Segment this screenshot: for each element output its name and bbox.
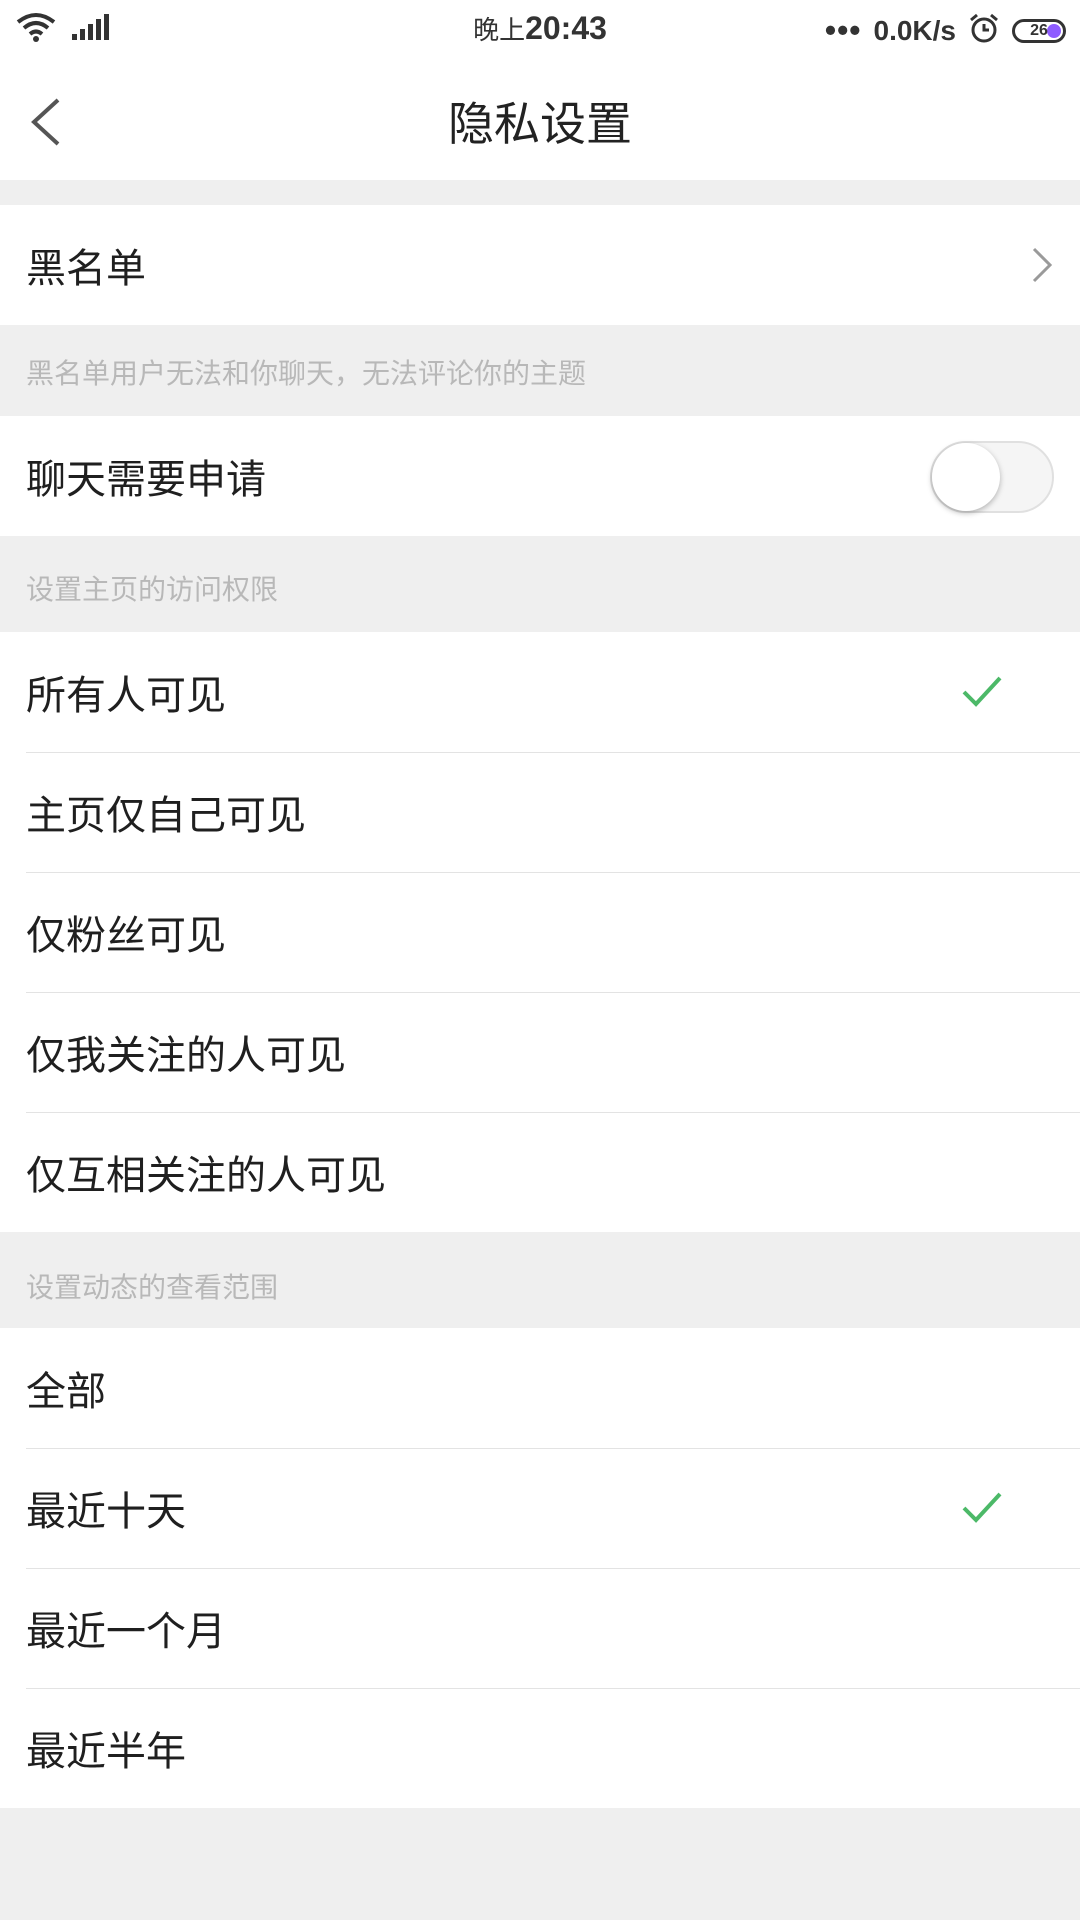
feed-range-note: 设置动态的查看范围 (26, 1271, 279, 1304)
homepage-option-all[interactable]: 所有人可见 (0, 632, 1080, 752)
blacklist-note: 黑名单用户无法和你聊天，无法评论你的主题 (26, 357, 587, 390)
status-bar: 晚上20:43 ••• 0.0K/s 26 (0, 0, 1080, 62)
page-title: 隐私设置 (448, 97, 632, 151)
feed-range-section: 全部 最近十天 最近一个月 最近半年 (0, 1328, 1080, 1808)
clock: 20:43 (525, 10, 607, 46)
feed-option-ten-days[interactable]: 最近十天 (0, 1448, 1080, 1568)
chat-request-row: 聊天需要申请 (0, 416, 1080, 536)
battery-icon: 26 (1012, 18, 1066, 43)
feed-option-all[interactable]: 全部 (0, 1328, 1080, 1448)
homepage-option-mutual[interactable]: 仅互相关注的人可见 (0, 1112, 1080, 1232)
network-speed: 0.0K/s (873, 14, 957, 46)
time-prefix: 晚上 (473, 15, 526, 45)
option-label: 最近一个月 (26, 1609, 226, 1655)
option-label: 所有人可见 (26, 673, 226, 719)
chat-request-toggle[interactable] (930, 441, 1054, 513)
blacklist-section: 黑名单 (0, 205, 1080, 325)
blacklist-label: 黑名单 (26, 246, 146, 292)
chat-request-section: 聊天需要申请 (0, 416, 1080, 536)
check-icon (962, 676, 1002, 707)
option-label: 最近半年 (26, 1729, 186, 1775)
alarm-icon (968, 12, 1000, 49)
check-icon (962, 1492, 1002, 1523)
battery-fill (1047, 23, 1061, 38)
more-dots: ••• (824, 12, 862, 48)
blacklist-row[interactable]: 黑名单 (0, 205, 1080, 325)
feed-option-half-year[interactable]: 最近半年 (0, 1688, 1080, 1808)
option-label: 仅粉丝可见 (26, 913, 226, 959)
option-label: 仅我关注的人可见 (26, 1033, 346, 1079)
homepage-option-fans[interactable]: 仅粉丝可见 (0, 872, 1080, 992)
homepage-option-self[interactable]: 主页仅自己可见 (0, 752, 1080, 872)
nav-header: 隐私设置 (0, 62, 1080, 180)
option-label: 仅互相关注的人可见 (26, 1153, 386, 1199)
chat-request-label: 聊天需要申请 (26, 457, 266, 503)
option-label: 主页仅自己可见 (26, 793, 306, 839)
chevron-right-icon (1032, 247, 1053, 283)
toggle-knob (932, 443, 1000, 511)
feed-option-one-month[interactable]: 最近一个月 (0, 1568, 1080, 1688)
homepage-access-note: 设置主页的访问权限 (26, 573, 279, 606)
status-right: ••• 0.0K/s 26 (825, 12, 1066, 49)
option-label: 最近十天 (26, 1489, 186, 1535)
homepage-access-section: 所有人可见 主页仅自己可见 仅粉丝可见 仅我关注的人可见 仅互相关注的人可见 (0, 632, 1080, 1232)
battery-level: 26 (1030, 21, 1048, 39)
homepage-option-following[interactable]: 仅我关注的人可见 (0, 992, 1080, 1112)
option-label: 全部 (26, 1369, 106, 1415)
